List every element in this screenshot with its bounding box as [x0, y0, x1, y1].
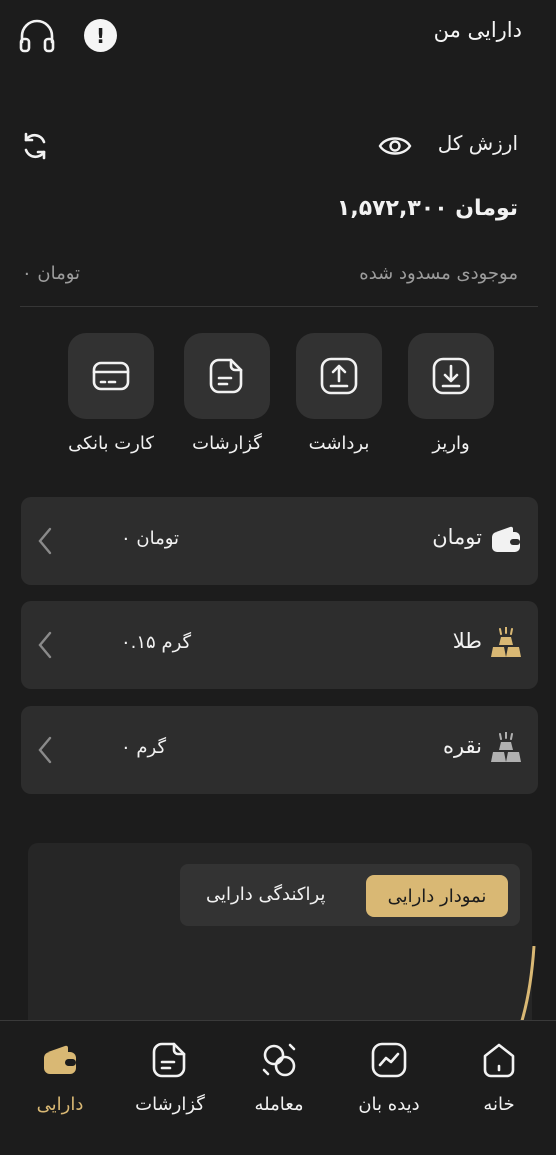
silver-bars-icon: [490, 732, 522, 764]
nav-assets[interactable]: دارایی: [10, 1040, 110, 1115]
download-icon: [432, 357, 470, 395]
tab-asset-distribution[interactable]: پراکندگی دارایی: [206, 884, 325, 905]
deposit-label: واریز: [432, 433, 470, 454]
gold-bars-icon: [490, 627, 522, 659]
asset-value: ۰ گرم: [121, 737, 167, 758]
chevron-left-icon: [35, 525, 55, 557]
headset-icon[interactable]: [18, 18, 56, 54]
asset-value: ۰ تومان: [121, 528, 180, 549]
nav-trade[interactable]: معامله: [229, 1040, 329, 1115]
nav-label: دیده بان: [358, 1094, 420, 1115]
chart-line-icon: [369, 1040, 409, 1080]
withdraw-label: برداشت: [308, 433, 370, 454]
blocked-balance-label: موجودی مسدود شده: [359, 263, 518, 284]
nav-label: معامله: [254, 1094, 304, 1115]
refresh-icon[interactable]: [20, 131, 50, 161]
document-icon: [150, 1040, 190, 1080]
chevron-left-icon: [35, 734, 55, 766]
asset-name: نقره: [442, 734, 482, 758]
nav-home[interactable]: خانه: [449, 1040, 549, 1115]
tab-asset-chart[interactable]: نمودار دارایی: [366, 875, 508, 917]
page-title: دارایی من: [433, 18, 522, 42]
bank-card-button[interactable]: کارت بانکی: [63, 333, 159, 454]
nav-label: خانه: [483, 1094, 515, 1115]
wallet-icon: [490, 523, 522, 555]
total-value: ۱,۵۷۲,۳۰۰ تومان: [336, 196, 518, 221]
chart-slice-edge: [518, 946, 538, 1026]
asset-name: تومان: [432, 525, 482, 549]
withdraw-button[interactable]: برداشت: [291, 333, 387, 454]
alert-icon[interactable]: !: [84, 19, 117, 52]
card-icon: [92, 361, 130, 391]
bank-card-label: کارت بانکی: [68, 433, 154, 454]
eye-icon[interactable]: [378, 133, 412, 159]
trade-icon: [259, 1040, 299, 1080]
asset-row-toman[interactable]: تومان ۰ تومان: [21, 497, 538, 585]
upload-icon: [320, 357, 358, 395]
asset-name: طلا: [452, 629, 482, 653]
nav-watchlist[interactable]: دیده بان: [339, 1040, 439, 1115]
asset-row-gold[interactable]: طلا ۰.۱۵ گرم: [21, 601, 538, 689]
wallet-icon: [40, 1040, 80, 1080]
total-value-label: ارزش کل: [437, 131, 518, 155]
nav-label: دارایی: [36, 1094, 84, 1115]
deposit-button[interactable]: واریز: [403, 333, 499, 454]
nav-reports[interactable]: گزارشات: [120, 1040, 220, 1115]
chevron-left-icon: [35, 629, 55, 661]
blocked-balance-value: ۰ تومان: [22, 263, 81, 284]
reports-label: گزارشات: [192, 433, 262, 454]
asset-row-silver[interactable]: نقره ۰ گرم: [21, 706, 538, 794]
divider: [20, 306, 538, 307]
nav-label: گزارشات: [135, 1094, 205, 1115]
asset-value: ۰.۱۵ گرم: [121, 632, 192, 653]
reports-button[interactable]: گزارشات: [179, 333, 275, 454]
home-icon: [479, 1040, 519, 1080]
document-icon: [209, 358, 243, 394]
